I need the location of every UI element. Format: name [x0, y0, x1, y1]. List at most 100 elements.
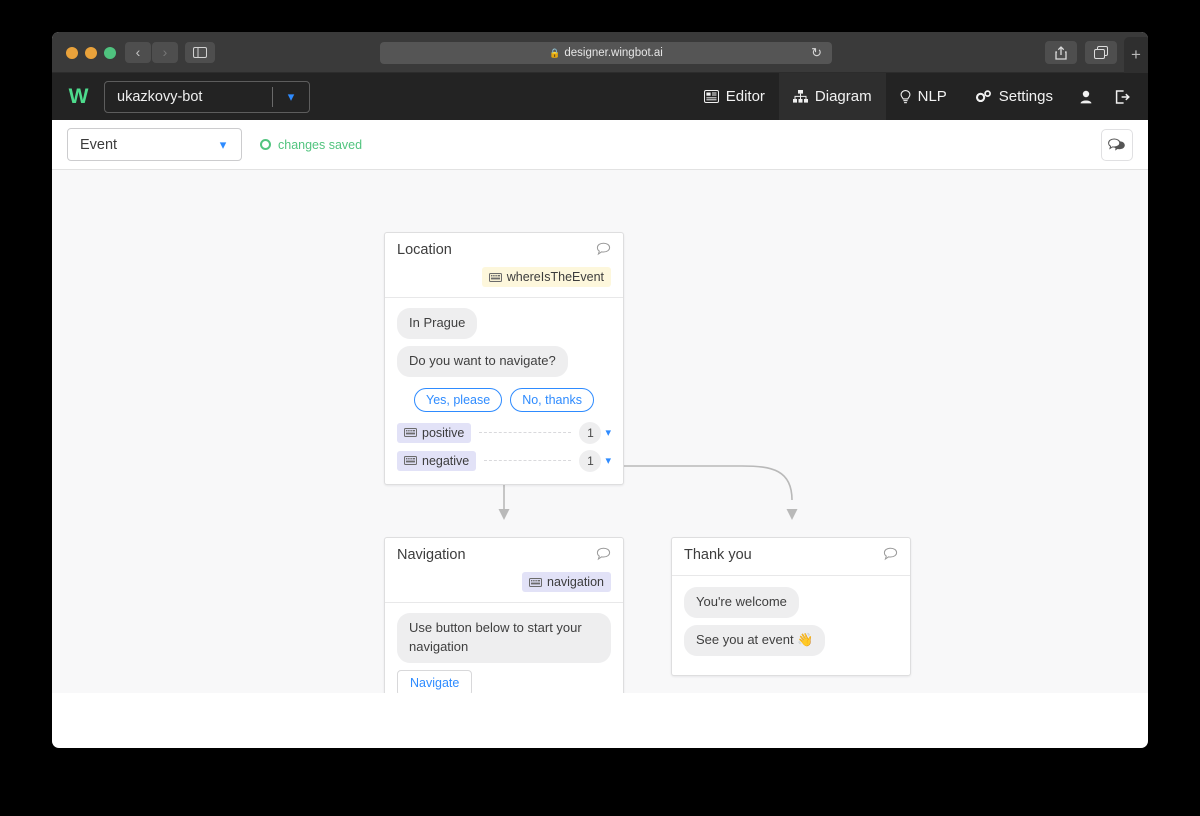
arrowhead-navigation	[498, 509, 510, 520]
window-close-button[interactable]	[66, 47, 78, 59]
node-location-intent-tag[interactable]: whereIsTheEvent	[481, 267, 611, 287]
speech-bubble-icon[interactable]	[883, 547, 898, 566]
node-location[interactable]: Location whereIsTheEvent In Prague Do yo…	[384, 232, 624, 485]
lock-icon: 🔒	[549, 47, 561, 58]
wingbot-logo[interactable]: W	[52, 85, 104, 109]
browser-back-button[interactable]: ‹	[125, 42, 151, 63]
share-icon-glyph	[1055, 45, 1067, 60]
intent-count-negative[interactable]: 1 ▾	[579, 449, 611, 472]
intent-tag-positive[interactable]: positive	[397, 422, 472, 443]
nav-tabs: Editor Diagram NLP Settings	[690, 73, 1148, 120]
gears-icon	[975, 89, 992, 104]
intent-count-positive[interactable]: 1 ▾	[579, 421, 611, 444]
user-icon-glyph	[1080, 90, 1092, 103]
keyboard-glyph	[404, 428, 417, 438]
node-thankyou-header: Thank you	[672, 538, 910, 576]
bulb-icon-glyph	[900, 89, 911, 103]
intent-connector-line	[484, 460, 572, 462]
event-selector[interactable]: Event ▾	[67, 128, 242, 161]
node-location-message-1[interactable]: In Prague	[397, 308, 478, 339]
nav-tab-settings[interactable]: Settings	[961, 73, 1067, 120]
bot-selector[interactable]: ukazkovy-bot ▾	[104, 80, 310, 113]
app-top-nav: W ukazkovy-bot ▾ Editor Diagram NLP Sett…	[52, 73, 1148, 120]
node-location-message-2[interactable]: Do you want to navigate?	[397, 345, 568, 377]
diagram-canvas[interactable]: Location whereIsTheEvent In Prague Do yo…	[52, 170, 1148, 721]
keyboard-icon	[404, 456, 417, 466]
keyboard-glyph	[529, 577, 542, 587]
window-minimize-button[interactable]	[85, 47, 97, 59]
chevron-down-icon[interactable]: ▾	[605, 454, 611, 467]
speech-bubble-glyph	[883, 547, 898, 561]
nav-tab-editor[interactable]: Editor	[690, 73, 779, 120]
editor-icon-glyph	[703, 90, 719, 103]
chevron-down-icon[interactable]: ▾	[205, 137, 241, 153]
chevron-down-icon[interactable]: ▾	[273, 89, 309, 105]
diagram-icon-glyph	[792, 90, 808, 103]
diagram-toolbar: Event ▾ changes saved	[52, 120, 1148, 170]
browser-forward-button[interactable]: ›	[152, 42, 178, 63]
user-icon[interactable]	[1067, 73, 1105, 120]
chat-bubbles-icon[interactable]	[1101, 129, 1133, 161]
node-location-body: In Prague Do you want to navigate? Yes, …	[385, 298, 623, 484]
save-status-label: changes saved	[278, 137, 363, 152]
window-maximize-button[interactable]	[104, 47, 116, 59]
speech-bubble-icon[interactable]	[596, 547, 611, 566]
node-navigation-intent-label: navigation	[547, 575, 604, 589]
quick-reply-no[interactable]: No, thanks	[510, 387, 594, 412]
node-location-quick-replies: Yes, please No, thanks	[397, 387, 611, 412]
node-location-title: Location	[397, 242, 452, 258]
chevron-down-icon[interactable]: ▾	[605, 426, 611, 439]
speech-bubble-glyph	[596, 547, 611, 561]
node-thankyou-title: Thank you	[684, 547, 752, 563]
logout-icon[interactable]	[1105, 73, 1148, 120]
sidebar-icon-glyph	[193, 47, 207, 58]
speech-bubble-glyph	[596, 242, 611, 256]
intent-tag-negative[interactable]: negative	[397, 450, 477, 471]
intent-count-positive-value: 1	[579, 421, 602, 444]
save-status: changes saved	[260, 138, 362, 152]
bulb-icon	[900, 89, 911, 104]
intent-tag-negative-label: negative	[422, 453, 470, 468]
tabs-overview-icon[interactable]	[1085, 41, 1117, 64]
node-navigation-title: Navigation	[397, 547, 466, 563]
arrowhead-thankyou	[786, 509, 798, 520]
node-thankyou-body: You're welcome See you at event 👋	[672, 576, 910, 675]
sidebar-toggle-icon[interactable]	[185, 42, 215, 63]
node-navigation-header: Navigation navigation	[385, 538, 623, 603]
node-thankyou[interactable]: Thank you You're welcome See you at even…	[671, 537, 911, 676]
new-tab-button[interactable]: +	[1124, 37, 1148, 73]
node-location-header: Location whereIsTheEvent	[385, 233, 623, 298]
speech-bubble-icon[interactable]	[596, 242, 611, 261]
browser-window: ‹ › 🔒 designer.wingbot.ai ↻ + W ukazkovy…	[52, 32, 1148, 748]
node-navigation-body: Use button below to start your navigatio…	[385, 603, 623, 708]
intent-tag-positive-label: positive	[422, 425, 465, 440]
canvas-footer	[52, 693, 1148, 721]
navigate-button[interactable]: Navigate	[397, 669, 473, 696]
status-ring-icon	[260, 139, 271, 150]
url-bar[interactable]: 🔒 designer.wingbot.ai ↻	[380, 42, 832, 64]
tabs-icon-glyph	[1094, 46, 1108, 59]
keyboard-glyph	[488, 272, 502, 282]
diagram-icon	[792, 90, 808, 103]
logout-icon-glyph	[1115, 89, 1130, 104]
url-text: designer.wingbot.ai	[564, 47, 663, 59]
nav-tab-diagram[interactable]: Diagram	[778, 73, 886, 120]
nav-tab-nlp[interactable]: NLP	[886, 73, 961, 120]
nav-tab-nlp-label: NLP	[917, 88, 947, 105]
node-navigation-message-1[interactable]: Use button below to start your navigatio…	[397, 613, 611, 663]
node-thankyou-message-1[interactable]: You're welcome	[684, 587, 799, 618]
node-navigation[interactable]: Navigation navigation Use button below t…	[384, 537, 624, 709]
quick-reply-yes[interactable]: Yes, please	[414, 387, 503, 412]
node-location-intent-row-negative: negative 1 ▾	[397, 449, 611, 472]
editor-icon	[703, 90, 719, 103]
reload-icon[interactable]: ↻	[811, 45, 822, 60]
chat-bubbles-glyph	[1108, 137, 1125, 151]
gears-icon-glyph	[975, 89, 991, 102]
event-selector-value: Event	[80, 136, 118, 153]
share-icon[interactable]	[1045, 41, 1077, 64]
node-thankyou-message-2[interactable]: See you at event 👋	[684, 624, 826, 656]
node-navigation-intent-tag[interactable]: navigation	[522, 572, 611, 592]
node-location-intent-label: whereIsTheEvent	[506, 270, 604, 284]
nav-tab-diagram-label: Diagram	[814, 88, 872, 105]
bot-selector-value: ukazkovy-bot	[117, 88, 203, 105]
